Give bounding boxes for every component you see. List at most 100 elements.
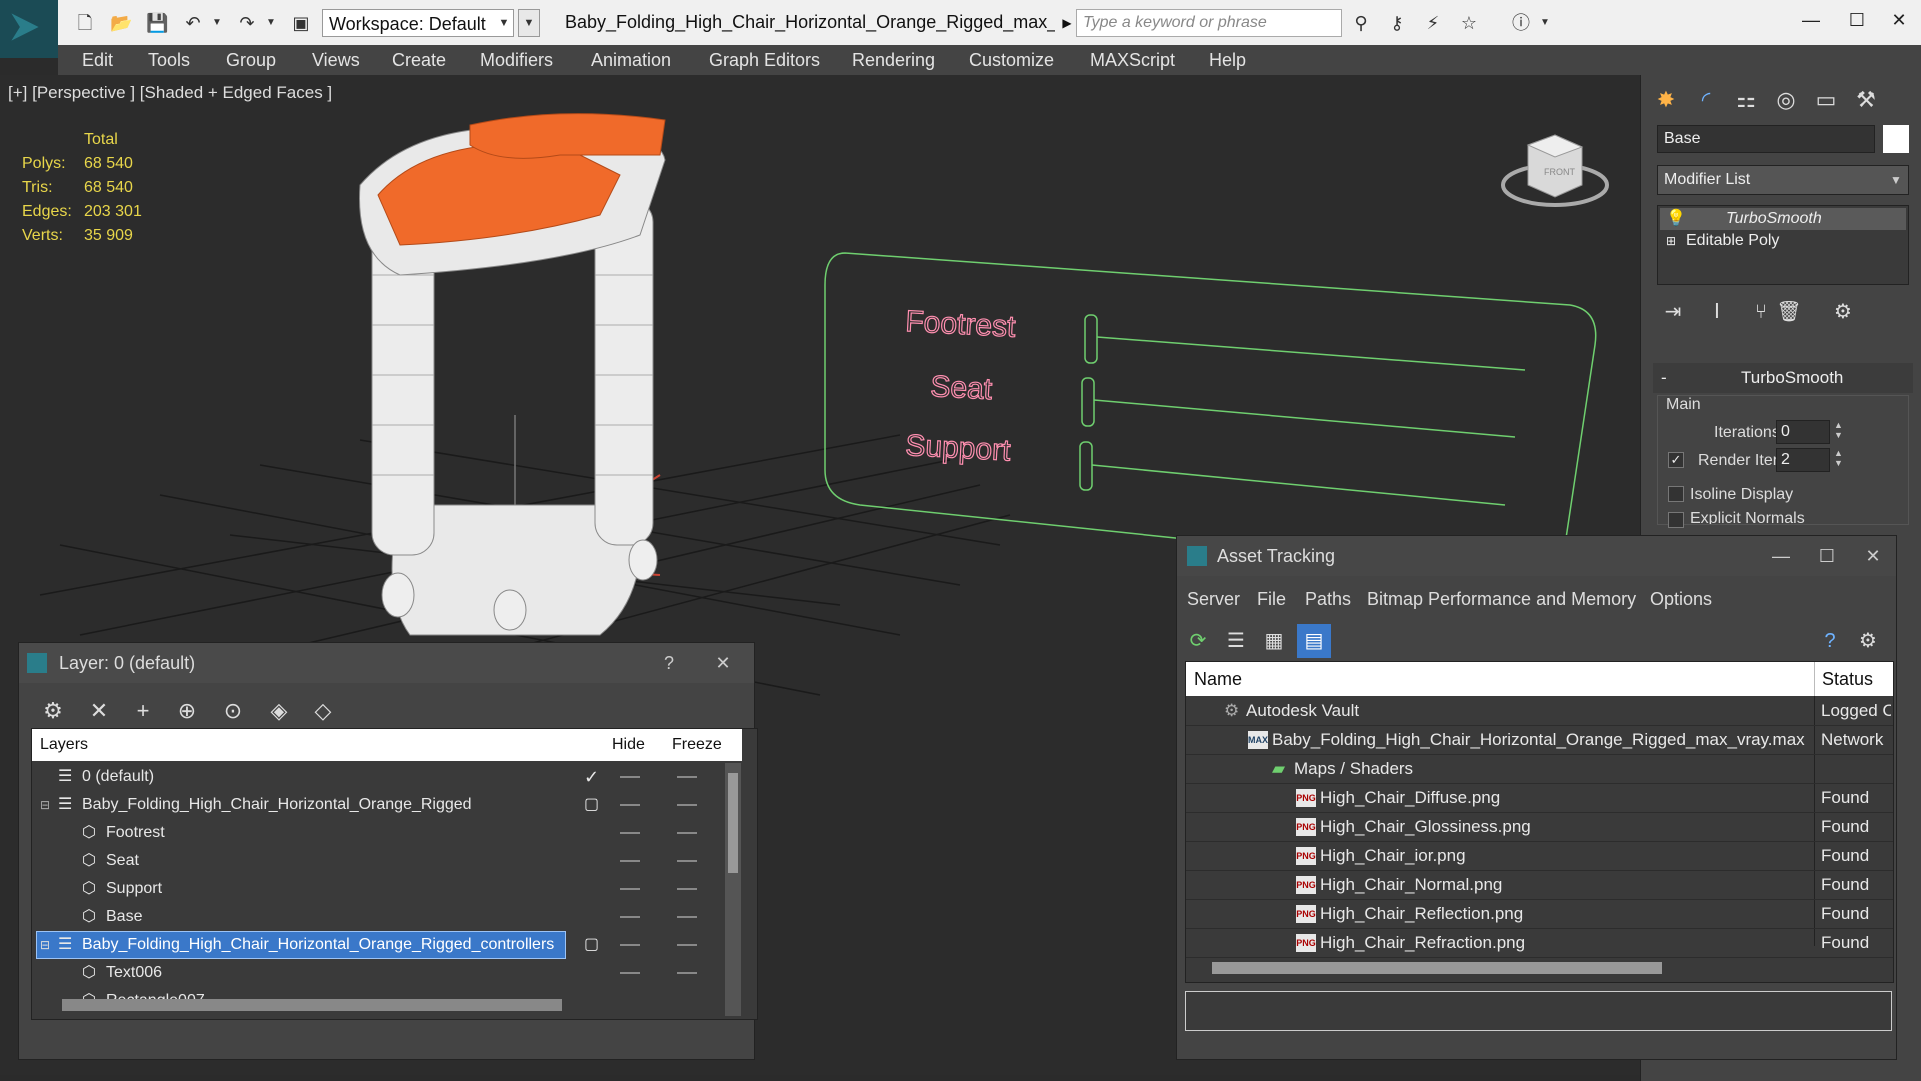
- object-name[interactable]: Rectangle007: [106, 987, 205, 999]
- menu-tools[interactable]: Tools: [148, 45, 190, 75]
- stack-item-editable-poly[interactable]: ⊞ Editable Poly: [1660, 230, 1906, 252]
- layer-name[interactable]: Baby_Folding_High_Chair_Horizontal_Orang…: [82, 791, 472, 819]
- column-hide[interactable]: Hide: [612, 729, 645, 761]
- minimize-button[interactable]: —: [1788, 4, 1834, 36]
- project-folder-icon[interactable]: ▣: [290, 12, 312, 34]
- column-freeze[interactable]: Freeze: [672, 729, 722, 761]
- workspace-dropdown-arrow-icon[interactable]: ▼: [494, 9, 514, 37]
- asset-row-png[interactable]: PNG High_Chair_ior.png Found: [1186, 842, 1893, 871]
- asset-row-max-file[interactable]: MAX Baby_Folding_High_Chair_Horizontal_O…: [1186, 726, 1893, 755]
- undo-icon[interactable]: ↶: [182, 12, 204, 34]
- create-tab-icon[interactable]: ✸: [1649, 83, 1683, 117]
- horizontal-scrollbar[interactable]: [62, 999, 562, 1011]
- freeze-toggle[interactable]: [677, 888, 697, 890]
- hide-toggle[interactable]: [620, 776, 640, 778]
- menu-customize[interactable]: Customize: [969, 45, 1054, 75]
- binoculars-icon[interactable]: ⚲: [1350, 12, 1372, 34]
- current-layer-box-icon[interactable]: ▢: [584, 931, 599, 959]
- layer-row[interactable]: ⬡ Text006: [32, 959, 712, 987]
- freeze-toggle[interactable]: [677, 916, 697, 918]
- render-iters-checkbox[interactable]: ✓: [1668, 452, 1684, 468]
- redo-icon[interactable]: ↷: [236, 12, 258, 34]
- column-name[interactable]: Name: [1194, 662, 1242, 696]
- layer-row[interactable]: ⬡ Base: [32, 903, 712, 931]
- help-dropdown-icon[interactable]: ▼: [1534, 12, 1556, 34]
- table-view-icon[interactable]: ▤: [1297, 624, 1331, 658]
- help-settings-icon[interactable]: ⚙: [1851, 624, 1885, 658]
- maximize-icon[interactable]: ☐: [1807, 536, 1847, 576]
- modifier-list-dropdown[interactable]: Modifier List: [1657, 165, 1909, 195]
- close-icon[interactable]: ✕: [703, 643, 743, 683]
- hierarchy-tab-icon[interactable]: ⚏: [1729, 83, 1763, 117]
- scrollbar-thumb[interactable]: [728, 773, 738, 873]
- menu-modifiers[interactable]: Modifiers: [480, 45, 553, 75]
- asset-row-png[interactable]: PNG High_Chair_Normal.png Found: [1186, 871, 1893, 900]
- high-chair-model[interactable]: [359, 113, 666, 636]
- hide-toggle[interactable]: [620, 944, 640, 946]
- object-name[interactable]: Footrest: [106, 819, 165, 847]
- object-name[interactable]: Base: [106, 903, 142, 931]
- controller-frame-shape[interactable]: [824, 252, 1597, 576]
- remove-modifier-icon[interactable]: 🗑: [1773, 297, 1805, 327]
- menu-views[interactable]: Views: [312, 45, 360, 75]
- menu-file[interactable]: File: [1257, 584, 1286, 614]
- layer-row-selected[interactable]: ⊟ ☰ Baby_Folding_High_Chair_Horizontal_O…: [32, 931, 712, 959]
- asset-row-png[interactable]: PNG High_Chair_Refraction.png Found: [1186, 929, 1893, 958]
- menu-options[interactable]: Options: [1650, 584, 1712, 614]
- asset-row-vault[interactable]: ⚙ Autodesk Vault Logged O: [1186, 697, 1893, 726]
- column-divider[interactable]: [1814, 662, 1815, 696]
- collapse-minus-icon[interactable]: -: [1661, 363, 1667, 393]
- signin-icon[interactable]: ⚡: [1422, 12, 1444, 34]
- collapse-minus-icon[interactable]: ⊟: [40, 931, 50, 959]
- asset-row-png[interactable]: PNG High_Chair_Glossiness.png Found: [1186, 813, 1893, 842]
- thumbnail-view-icon[interactable]: ▦: [1257, 624, 1291, 658]
- hide-toggle[interactable]: [620, 860, 640, 862]
- layer-row[interactable]: ⊟ ☰ Baby_Folding_High_Chair_Horizontal_O…: [32, 791, 712, 819]
- menu-help[interactable]: Help: [1209, 45, 1246, 75]
- help-icon[interactable]: ⓘ: [1510, 12, 1532, 34]
- menu-create[interactable]: Create: [392, 45, 446, 75]
- stack-item-turbosmooth[interactable]: 💡 TurboSmooth: [1660, 208, 1906, 230]
- modify-tab-icon[interactable]: ◜: [1689, 83, 1723, 117]
- display-tab-icon[interactable]: ▭: [1809, 83, 1843, 117]
- freeze-toggle[interactable]: [677, 972, 697, 974]
- menu-server[interactable]: Server: [1187, 584, 1240, 614]
- workspace-dropdown[interactable]: Workspace: Default: [322, 9, 514, 37]
- app-logo[interactable]: [0, 0, 58, 58]
- maximize-button[interactable]: ☐: [1834, 4, 1880, 36]
- hide-all-icon[interactable]: ◇: [305, 693, 341, 729]
- menu-maxscript[interactable]: MAXScript: [1090, 45, 1175, 75]
- iterations-spinner[interactable]: 0: [1776, 420, 1830, 444]
- refresh-icon[interactable]: ⟳: [1181, 624, 1215, 658]
- favorites-star-icon[interactable]: ☆: [1458, 12, 1480, 34]
- freeze-toggle[interactable]: [677, 804, 697, 806]
- lightbulb-icon[interactable]: 💡: [1666, 208, 1686, 230]
- freeze-toggle[interactable]: [677, 860, 697, 862]
- hide-toggle[interactable]: [620, 972, 640, 974]
- hide-toggle[interactable]: [620, 832, 640, 834]
- configure-sets-icon[interactable]: ⚙: [1827, 297, 1859, 327]
- layer-row[interactable]: ☰ 0 (default) ✓: [32, 763, 712, 791]
- support-slider-track[interactable]: [1091, 464, 1506, 506]
- add-selection-icon[interactable]: ⊕: [169, 693, 205, 729]
- layer-panel-titlebar[interactable]: Layer: 0 (default) ? ✕: [19, 643, 754, 683]
- help-icon[interactable]: ?: [1813, 624, 1847, 658]
- checkmark-icon[interactable]: ✓: [584, 763, 599, 791]
- menu-graph-editors[interactable]: Graph Editors: [709, 45, 820, 75]
- footrest-slider-track[interactable]: [1096, 336, 1526, 371]
- workspace-menu-button[interactable]: ▼: [518, 9, 540, 37]
- menu-group[interactable]: Group: [226, 45, 276, 75]
- asset-row-maps[interactable]: ▰ Maps / Shaders: [1186, 755, 1893, 784]
- select-objects-icon[interactable]: ⊙: [215, 693, 251, 729]
- collapse-minus-icon[interactable]: ⊟: [40, 791, 50, 819]
- asset-row-png[interactable]: PNG High_Chair_Diffuse.png Found: [1186, 784, 1893, 813]
- search-input[interactable]: Type a keyword or phrase: [1076, 9, 1342, 37]
- layer-settings-icon[interactable]: ⚙: [35, 693, 71, 729]
- support-slider-knob[interactable]: [1079, 441, 1093, 491]
- menu-bitmap-performance[interactable]: Bitmap Performance and Memory: [1367, 584, 1636, 614]
- menu-animation[interactable]: Animation: [591, 45, 671, 75]
- delete-layer-icon[interactable]: ✕: [81, 693, 117, 729]
- help-button[interactable]: ?: [649, 643, 689, 683]
- close-icon[interactable]: ✕: [1853, 536, 1893, 576]
- save-file-icon[interactable]: 💾: [146, 12, 168, 34]
